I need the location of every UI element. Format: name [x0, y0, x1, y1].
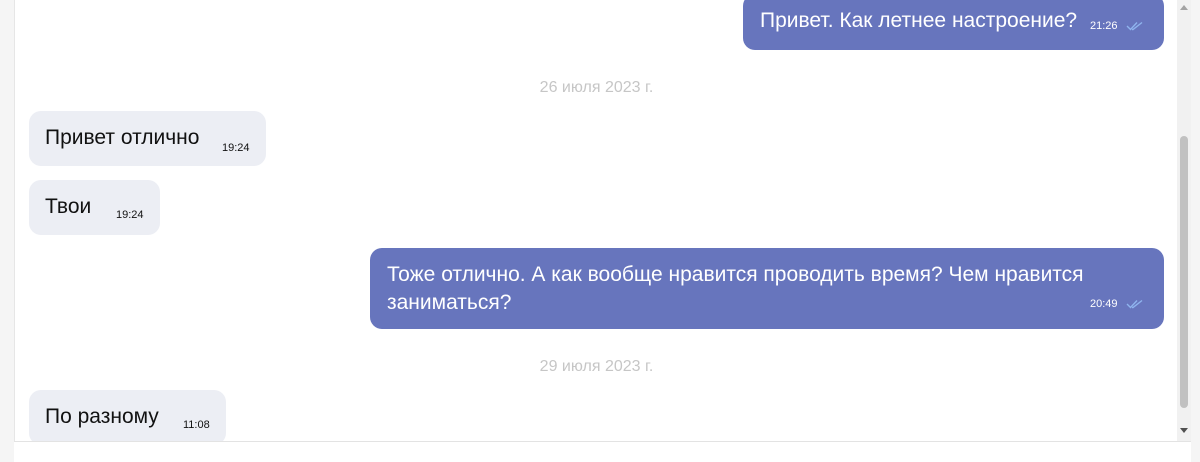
message-text: По разному — [45, 405, 159, 428]
vertical-scrollbar[interactable] — [1177, 0, 1191, 441]
message-text: Твои — [45, 195, 92, 218]
message-time: 20:49 — [1090, 298, 1118, 310]
message-bubble-incoming[interactable]: Твои 19:24 — [29, 180, 160, 235]
double-check-icon — [1126, 299, 1143, 309]
message-time: 19:24 — [222, 142, 250, 154]
date-separator: 29 июля 2023 г. — [539, 358, 654, 375]
message-time: 21:26 — [1090, 20, 1118, 32]
message-time: 19:24 — [116, 209, 144, 221]
double-check-icon — [1126, 21, 1143, 31]
message-text: Привет. Как летнее настроение? — [760, 9, 1078, 32]
chat-message-list[interactable]: Привет. Как летнее настроение? 21:26 26 … — [14, 0, 1178, 441]
message-time: 11:08 — [183, 419, 210, 431]
message-text-line: Тоже отлично. А как вообще нравится пров… — [387, 263, 1084, 286]
scrollbar-thumb[interactable] — [1180, 136, 1188, 408]
message-bubble-outgoing[interactable]: Тоже отлично. А как вообще нравится пров… — [370, 248, 1164, 329]
message-text: Привет отлично — [45, 126, 200, 149]
date-separator: 26 июля 2023 г. — [539, 79, 654, 96]
message-input-area[interactable] — [14, 441, 1191, 462]
message-bubble-outgoing[interactable]: Привет. Как летнее настроение? 21:26 — [743, 0, 1164, 50]
message-text-line: заниматься? — [387, 291, 512, 314]
scroll-down-arrow-icon[interactable] — [1180, 428, 1188, 433]
message-bubble-incoming[interactable]: По разному 11:08 — [29, 390, 226, 441]
scroll-up-arrow-icon[interactable] — [1180, 5, 1188, 10]
message-bubble-incoming[interactable]: Привет отлично 19:24 — [29, 111, 266, 166]
